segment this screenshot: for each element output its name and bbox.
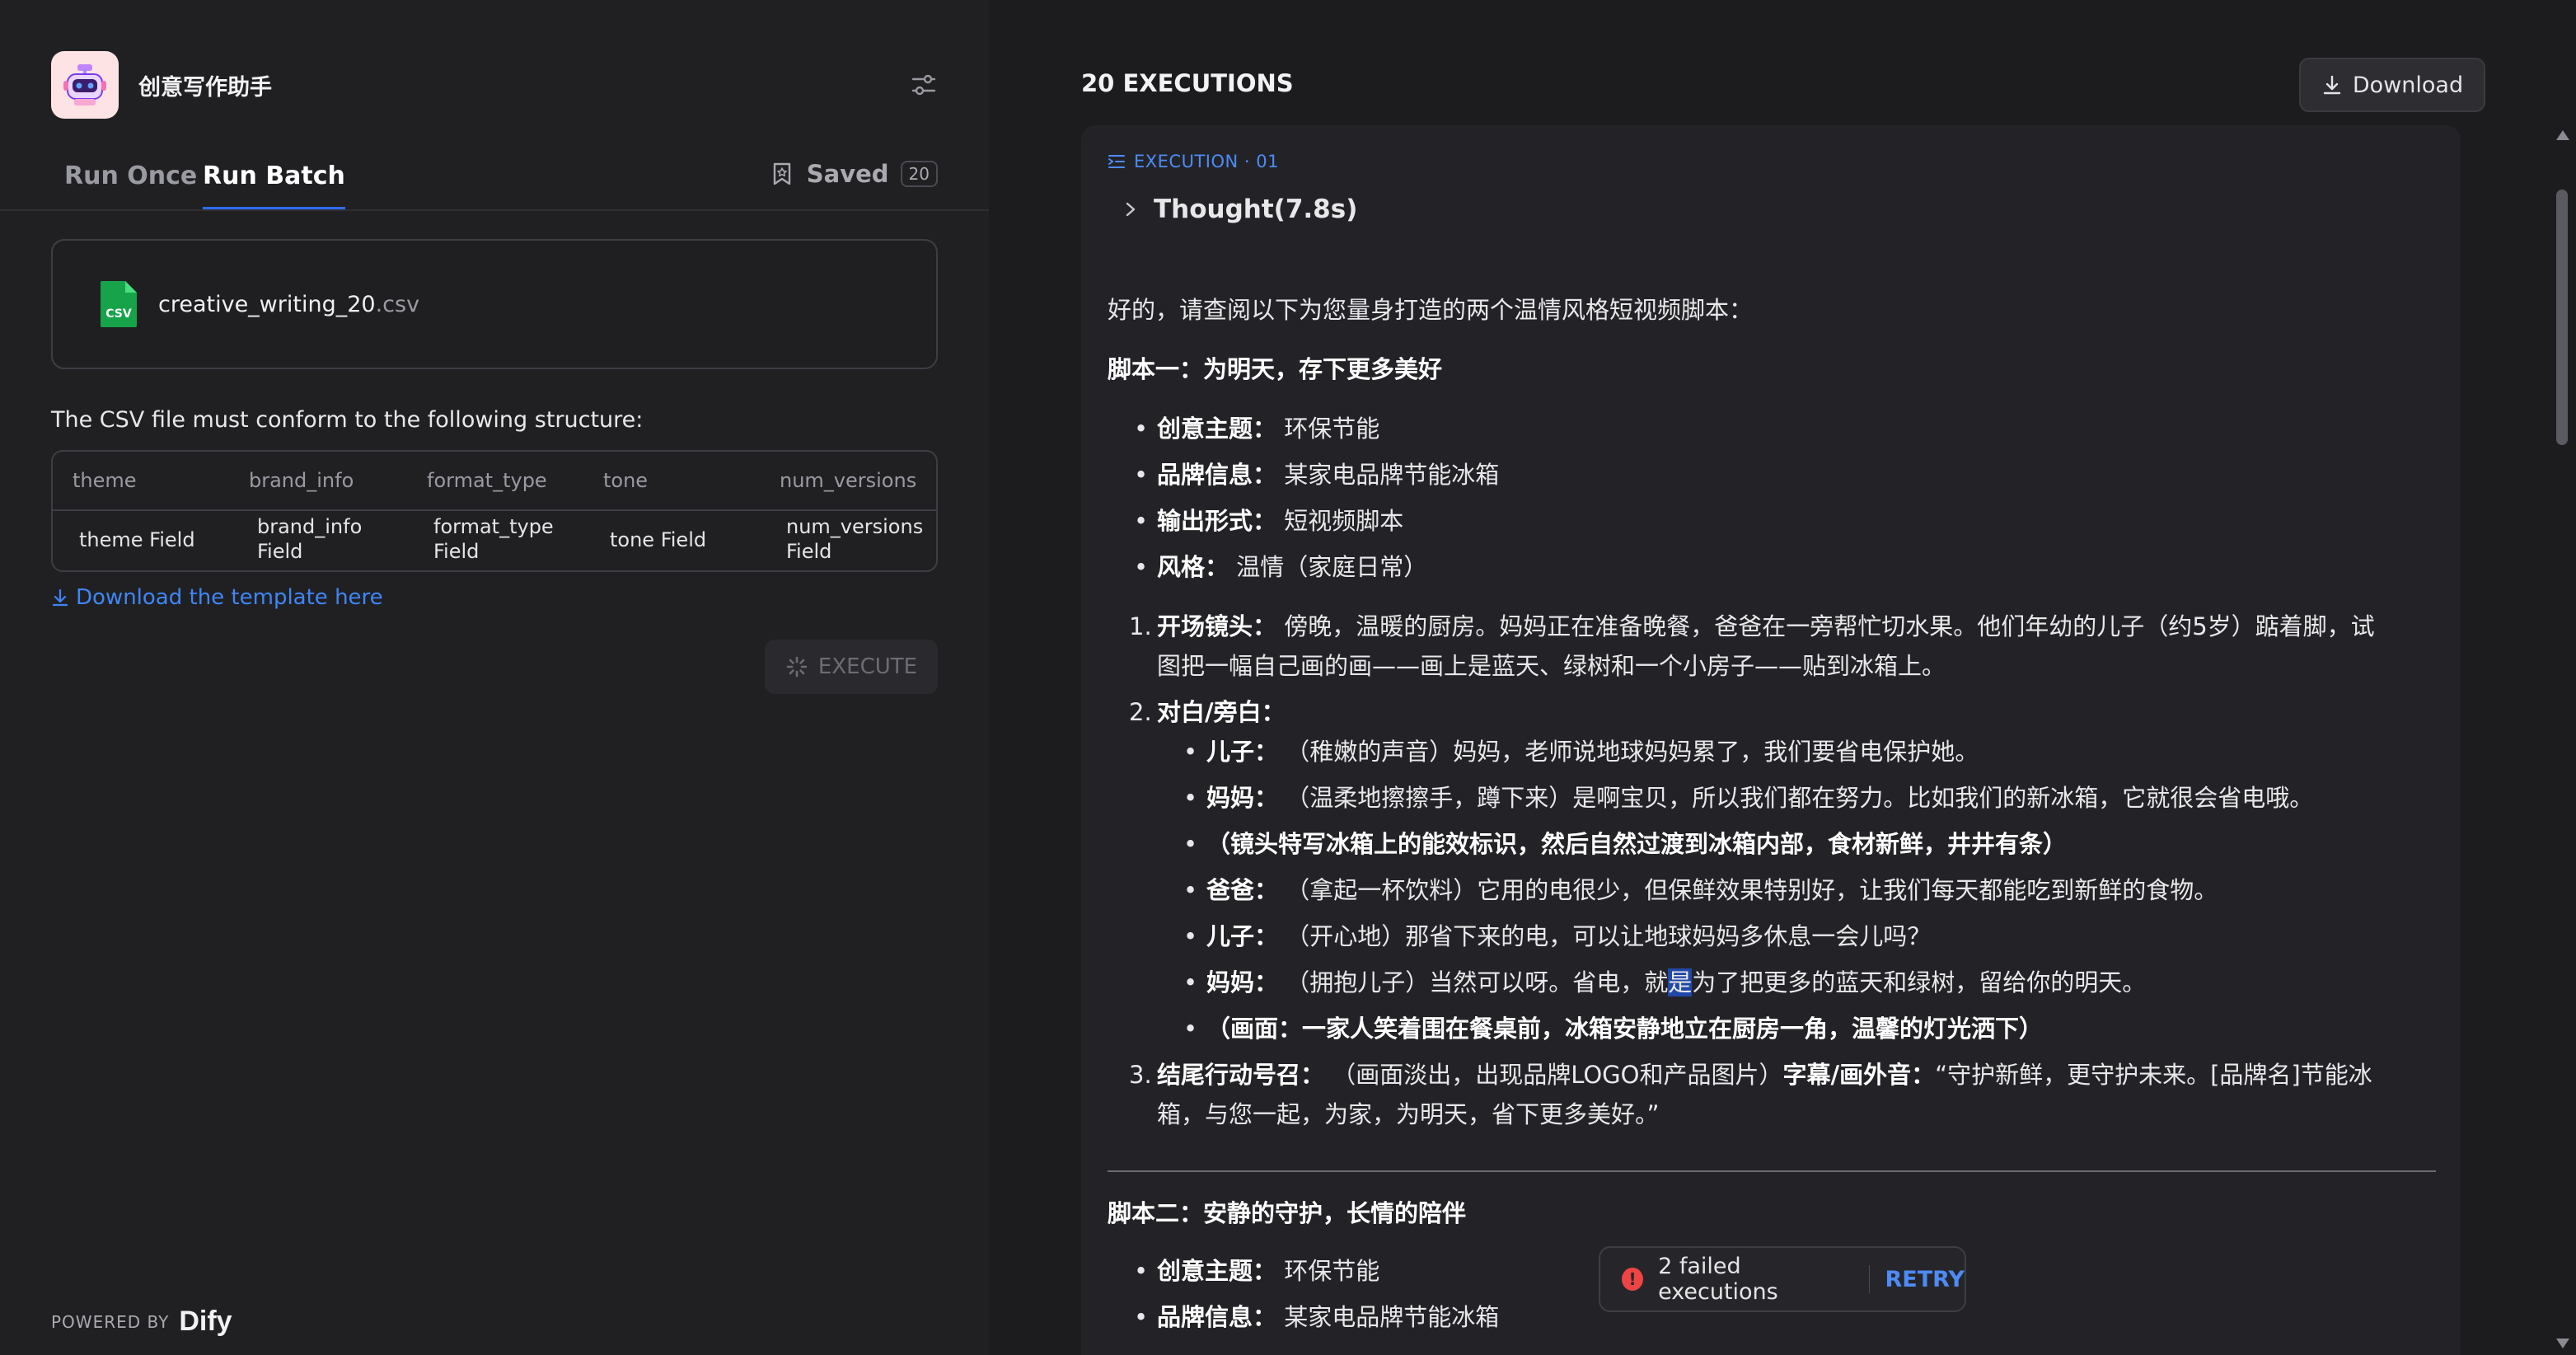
list-item: 对白/旁白：: [1157, 698, 1286, 726]
tab-run-batch[interactable]: Run Batch: [203, 162, 345, 210]
list-item: 风格： 温情（家庭日常）: [1134, 547, 1427, 587]
result-intro: 好的，请查阅以下为您量身打造的两个温情风格短视频脚本：: [1108, 296, 1754, 324]
script-title: 脚本二：安静的守护，长情的陪伴: [1108, 1199, 1467, 1227]
executions-title: 20 EXECUTIONS: [1081, 69, 1294, 97]
saved-label: Saved: [806, 160, 889, 188]
toast-separator: [1868, 1265, 1871, 1293]
results-panel: 20 EXECUTIONS Download EXECUTION · 01 Th…: [989, 0, 2576, 1355]
scrollbar[interactable]: [2553, 124, 2571, 1355]
bookmark-icon: [773, 162, 790, 185]
csv-structure-table: theme brand_info format_type tone num_ve…: [51, 450, 938, 572]
saved-button[interactable]: Saved 20: [770, 160, 938, 188]
divider: [1108, 1170, 2436, 1172]
file-name-ext: .csv: [375, 291, 420, 317]
list-item: 品牌信息： 某家电品牌节能冰箱: [1134, 1297, 1499, 1337]
powered-by-label: POWERED BY: [51, 1311, 170, 1332]
list-number: 2.: [1129, 698, 1152, 726]
download-button[interactable]: Download: [2299, 58, 2485, 112]
csv-structure-text: The CSV file must conform to the followi…: [51, 407, 644, 433]
retry-button[interactable]: RETRY: [1885, 1267, 1965, 1292]
download-template-label: Download the template here: [76, 585, 383, 610]
toast-text: 2 failed executions: [1658, 1254, 1778, 1305]
table-header-cell: theme: [73, 469, 137, 492]
scrollbar-thumb[interactable]: [2556, 190, 2568, 445]
chevron-right-icon: [1126, 202, 1136, 217]
file-name-base: creative_writing_20: [158, 291, 376, 317]
scroll-down-arrow-icon[interactable]: [2556, 1339, 2569, 1348]
download-template-link[interactable]: Download the template here: [51, 585, 383, 610]
tabs-divider: [0, 209, 989, 211]
dialog-item: 妈妈： （温柔地擦擦手，蹲下来）是啊宝贝，所以我们都在努力。比如我们的新冰箱，它…: [1183, 778, 2313, 818]
execution-label: EXECUTION · 01: [1108, 152, 1279, 171]
download-icon: [2323, 75, 2341, 95]
csv-file-dropzone[interactable]: CSV creative_writing_20.csv: [51, 239, 938, 369]
dify-logo: Dify: [179, 1306, 232, 1337]
list-item: 创意主题： 环保节能: [1134, 1251, 1379, 1291]
text-selection: 是: [1668, 968, 1693, 996]
list-item: 开场镜头： 傍晚，温暖的厨房。妈妈正在准备晚餐，爸爸在一旁帮忙切水果。他们年幼的…: [1157, 612, 2375, 640]
file-name: creative_writing_20.csv: [158, 292, 419, 317]
list-item-continuation: 箱，与您一起，为家，为明天，省下更多美好。”: [1157, 1100, 1660, 1128]
settings-sliders-icon[interactable]: [910, 71, 938, 99]
execute-button[interactable]: EXECUTE: [765, 640, 938, 694]
list-item: 输出形式： 短视频脚本: [1134, 501, 1403, 541]
thought-toggle[interactable]: Thought(7.8s): [1124, 195, 1357, 224]
list-number: 1.: [1129, 612, 1152, 640]
execution-label-text: EXECUTION · 01: [1134, 152, 1279, 171]
table-cell: format_type Field: [433, 515, 554, 563]
execute-label: EXECUTE: [817, 654, 918, 679]
loading-spinner-icon: [786, 656, 808, 678]
tab-run-once[interactable]: Run Once: [64, 162, 197, 207]
dialog-item: 妈妈： （拥抱儿子）当然可以呀。省电，就是为了把更多的蓝天和绿树，留给你的明天。: [1183, 963, 2146, 1002]
dialog-item: 儿子： （稚嫩的声音）妈妈，老师说地球妈妈累了，我们要省电保护她。: [1183, 732, 1979, 771]
list-item-continuation: 图把一幅自己画的画——画上是蓝天、绿树和一个小房子——贴到冰箱上。: [1157, 652, 1946, 680]
table-cell: tone Field: [610, 528, 707, 551]
dialog-item: 儿子： （开心地）那省下来的电，可以让地球妈妈多休息一会儿吗？: [1183, 917, 1931, 956]
dialog-item: （镜头特写冰箱上的能效标识，然后自然过渡到冰箱内部，食材新鲜，井井有条）: [1183, 824, 2067, 864]
app-header: 创意写作助手: [51, 51, 938, 119]
table-cell: num_versions Field: [786, 515, 924, 563]
download-icon: [52, 588, 68, 607]
robot-logo-icon: [51, 51, 119, 119]
list-item: 品牌信息： 某家电品牌节能冰箱: [1134, 455, 1499, 495]
table-cell: brand_info Field: [257, 515, 363, 563]
csv-file-icon: CSV: [101, 281, 137, 327]
saved-count-badge: 20: [900, 161, 938, 187]
dialog-item: （画面：一家人笑着围在餐桌前，冰箱安静地立在厨房一角，温馨的灯光洒下）: [1183, 1009, 2043, 1048]
download-label: Download: [2352, 72, 2464, 98]
dialog-item: 爸爸： （拿起一杯饮料）它用的电很少，但保鲜效果特别好，让我们每天都能吃到新鲜的…: [1183, 870, 2218, 910]
execution-card: EXECUTION · 01 Thought(7.8s) 好的，请查阅以下为您量…: [1081, 125, 2461, 1355]
table-row: theme Field brand_info Field format_type…: [53, 511, 936, 570]
run-mode-tabs: Run Once Run Batch Saved 20: [51, 153, 938, 211]
list-number: 3.: [1129, 1061, 1152, 1089]
failed-executions-toast: ! 2 failed executions RETRY: [1599, 1246, 1966, 1312]
list-item: 结尾行动号召： （画面淡出，出现品牌LOGO和产品图片）字幕/画外音：“守护新鲜…: [1157, 1061, 2372, 1089]
thought-label: Thought(7.8s): [1154, 195, 1358, 224]
table-cell: theme Field: [79, 528, 195, 551]
list-item: 创意主题： 环保节能: [1134, 409, 1379, 448]
table-header-cell: tone: [603, 469, 649, 492]
csv-icon-label: CSV: [105, 307, 132, 321]
left-panel: 创意写作助手 Run Once Run Batch Saved 20 CSV c…: [0, 0, 989, 1355]
script-title: 脚本一：为明天，存下更多美好: [1108, 355, 1443, 383]
table-header-cell: num_versions: [780, 469, 917, 492]
table-header-cell: brand_info: [249, 469, 354, 492]
error-icon: !: [1622, 1268, 1644, 1291]
scroll-up-arrow-icon[interactable]: [2556, 130, 2569, 140]
table-header-cell: format_type: [427, 469, 547, 492]
list-indent-icon: [1108, 155, 1125, 168]
table-header-row: theme brand_info format_type tone num_ve…: [53, 452, 936, 511]
app-title: 创意写作助手: [138, 74, 272, 101]
powered-by: POWERED BY Dify: [51, 1306, 232, 1338]
